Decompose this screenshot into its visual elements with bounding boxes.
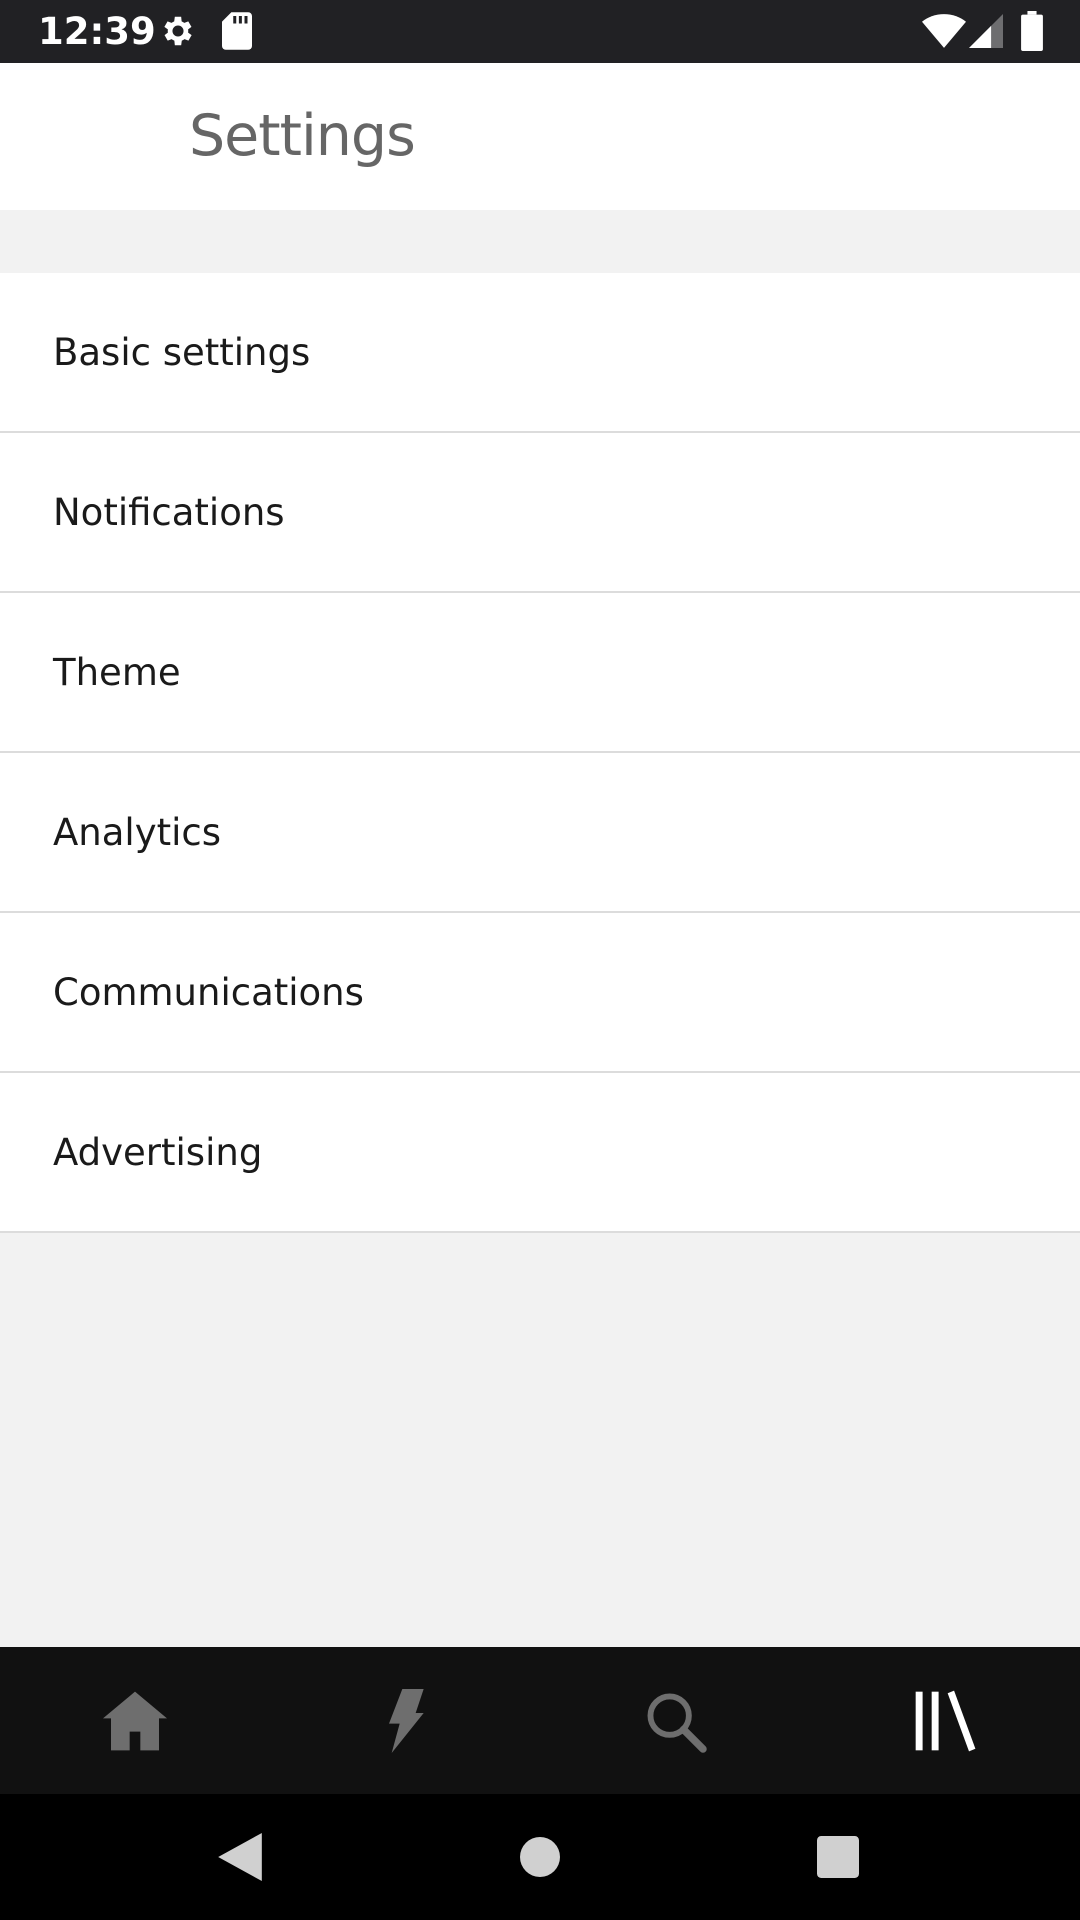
- cell-signal-icon: [969, 13, 1003, 54]
- system-nav-bar: [0, 1794, 1080, 1920]
- home-icon: [103, 1691, 167, 1750]
- app-header: Settings: [0, 63, 1080, 210]
- search-icon: [647, 1693, 707, 1753]
- settings-item-label: Theme: [53, 650, 181, 694]
- settings-list: Basic settings Notifications Theme Analy…: [0, 273, 1080, 1233]
- settings-item-analytics[interactable]: Analytics: [0, 753, 1080, 913]
- settings-item-label: Advertising: [53, 1130, 263, 1174]
- library-icon: [915, 1690, 976, 1751]
- recents-icon: [817, 1836, 859, 1878]
- wifi-icon: [922, 14, 966, 53]
- lightning-icon: [389, 1688, 424, 1753]
- settings-item-theme[interactable]: Theme: [0, 593, 1080, 753]
- settings-icon: [159, 12, 197, 55]
- system-back-button[interactable]: [200, 1794, 280, 1920]
- nav-search-button[interactable]: [540, 1647, 810, 1794]
- status-time: 12:39: [38, 10, 156, 53]
- battery-icon: [1021, 11, 1043, 56]
- system-recents-button[interactable]: [798, 1794, 878, 1920]
- settings-item-label: Notifications: [53, 490, 285, 534]
- page-title: Settings: [189, 103, 416, 169]
- settings-item-communications[interactable]: Communications: [0, 913, 1080, 1073]
- bottom-nav: [0, 1647, 1080, 1794]
- home-circle-icon: [520, 1837, 560, 1877]
- nav-library-button[interactable]: [810, 1647, 1080, 1794]
- settings-item-basic-settings[interactable]: Basic settings: [0, 273, 1080, 433]
- nav-lightning-button[interactable]: [270, 1647, 540, 1794]
- settings-item-label: Analytics: [53, 810, 222, 854]
- settings-item-label: Communications: [53, 970, 364, 1014]
- back-icon: [218, 1833, 262, 1881]
- sd-card-icon: [222, 12, 252, 55]
- system-home-button[interactable]: [500, 1794, 580, 1920]
- settings-item-advertising[interactable]: Advertising: [0, 1073, 1080, 1233]
- nav-home-button[interactable]: [0, 1647, 270, 1794]
- settings-item-label: Basic settings: [53, 330, 311, 374]
- status-bar: 12:39: [0, 0, 1080, 63]
- settings-item-notifications[interactable]: Notifications: [0, 433, 1080, 593]
